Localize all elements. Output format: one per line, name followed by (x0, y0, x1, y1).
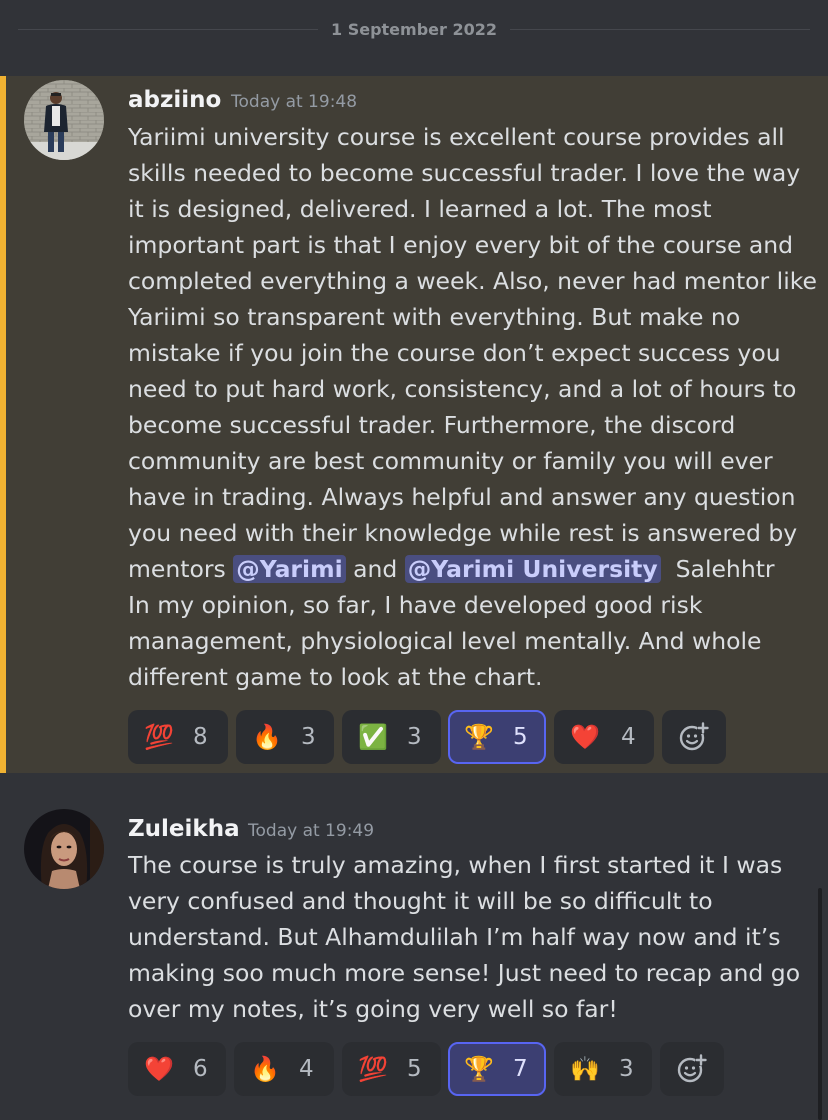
raised-hands-icon: 🙌 (570, 1055, 600, 1083)
reaction-count: 5 (513, 724, 528, 750)
message-abziino[interactable]: abziino Today at 19:48 Yariimi universit… (0, 76, 828, 773)
reaction-fire[interactable]: 🔥 4 (234, 1042, 334, 1096)
heart-icon: ❤️ (570, 723, 600, 751)
message-line: The course is truly amazing, when I firs… (128, 851, 783, 879)
message-line: become successful trader. Furthermore, t… (128, 411, 736, 439)
message-line: important part is that I enjoy every bit… (128, 231, 794, 259)
reaction-check[interactable]: ✅ 3 (342, 710, 441, 764)
message-line: making soo much more sense! Just need to… (128, 959, 801, 987)
reaction-count: 6 (193, 1056, 208, 1082)
reaction-raised-hands[interactable]: 🙌 3 (554, 1042, 652, 1096)
add-reaction-smiley-icon (677, 1054, 707, 1083)
message-line: understand. But Alhamdulilah I’m half wa… (128, 923, 781, 951)
date-divider-label: 1 September 2022 (331, 20, 497, 39)
message-line: In my opinion, so far, I have developed … (128, 591, 703, 619)
mention-yarimi[interactable]: @Yarimi (233, 555, 346, 583)
fire-icon: 🔥 (252, 723, 282, 751)
reaction-count: 8 (193, 724, 208, 750)
timestamp: Today at 19:48 (231, 92, 358, 112)
add-reaction-button[interactable] (660, 1042, 724, 1096)
message-line: need to put hard work, consistency, and … (128, 375, 797, 403)
reaction-count: 7 (513, 1056, 528, 1082)
username[interactable]: abziino (128, 87, 221, 113)
divider-line-left (18, 29, 318, 30)
reaction-count: 4 (621, 724, 636, 750)
add-reaction-smiley-icon (679, 722, 709, 751)
mention-highlight-bar (0, 76, 6, 773)
reaction-heart[interactable]: ❤️ 4 (554, 710, 654, 764)
reaction-100[interactable]: 💯 5 (342, 1042, 441, 1096)
hundred-points-icon: 💯 (358, 1055, 388, 1083)
add-reaction-button[interactable] (662, 710, 726, 764)
message-line: community are best community or family y… (128, 447, 773, 475)
reaction-count: 3 (301, 724, 316, 750)
message-line-with-mentions: mentors @Yarimi and @Yarimi University S… (128, 551, 818, 587)
trophy-icon: 🏆 (464, 1055, 494, 1083)
avatar-abziino[interactable] (24, 80, 104, 160)
message-line: Yariimi university course is excellent c… (128, 123, 785, 151)
reaction-100[interactable]: 💯 8 (128, 710, 228, 764)
reactions-bar: 💯 8 🔥 3 ✅ 3 🏆 5 ❤️ 4 (128, 710, 728, 766)
scrollbar[interactable] (818, 888, 822, 1120)
mention-yarimi-university[interactable]: @Yarimi University (404, 555, 661, 583)
mention-suffix: Salehhtr (660, 555, 775, 583)
reactions-bar: ❤️ 6 🔥 4 💯 5 🏆 7 🙌 3 (128, 1042, 728, 1098)
reaction-trophy[interactable]: 🏆 7 (448, 1042, 546, 1096)
message-zuleikha[interactable]: Zuleikha Today at 19:49 The course is tr… (0, 773, 828, 1120)
message-content: Yariimi university course is excellent c… (128, 119, 818, 695)
check-mark-icon: ✅ (358, 723, 388, 751)
reaction-count: 3 (407, 724, 422, 750)
hundred-points-icon: 💯 (144, 723, 174, 751)
message-content: The course is truly amazing, when I firs… (128, 847, 818, 1027)
date-divider: 1 September 2022 (0, 0, 828, 60)
message-line: completed everything a week. Also, never… (128, 267, 817, 295)
mention-middle: and (345, 555, 405, 583)
message-line: very confused and thought it will be so … (128, 887, 713, 915)
mention-prefix: mentors (128, 555, 234, 583)
heart-icon: ❤️ (144, 1055, 174, 1083)
message-line: it is designed, delivered. I learned a l… (128, 195, 712, 223)
message-line: over my notes, it’s going very well so f… (128, 995, 618, 1023)
reaction-count: 5 (407, 1056, 422, 1082)
message-line: different game to look at the chart. (128, 663, 543, 691)
avatar-zuleikha[interactable] (24, 809, 104, 889)
timestamp: Today at 19:49 (248, 821, 375, 841)
reaction-trophy[interactable]: 🏆 5 (448, 710, 546, 764)
message-line: mistake if you join the course don’t exp… (128, 339, 781, 367)
message-line: skills needed to become successful trade… (128, 159, 801, 187)
reaction-fire[interactable]: 🔥 3 (236, 710, 334, 764)
divider-line-right (510, 29, 810, 30)
username[interactable]: Zuleikha (128, 816, 240, 842)
fire-icon: 🔥 (250, 1055, 280, 1083)
reaction-count: 3 (619, 1056, 634, 1082)
reaction-count: 4 (299, 1056, 314, 1082)
message-line: management, physiological level mentally… (128, 627, 762, 655)
message-line: Yariimi so transparent with everything. … (128, 303, 741, 331)
message-line: have in trading. Always helpful and answ… (128, 483, 796, 511)
reaction-heart[interactable]: ❤️ 6 (128, 1042, 226, 1096)
message-line: you need with their knowledge while rest… (128, 519, 798, 547)
trophy-icon: 🏆 (464, 723, 494, 751)
